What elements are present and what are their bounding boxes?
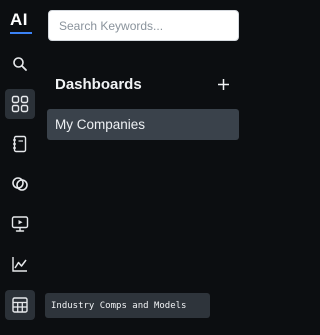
link-rings-icon [12,177,28,191]
rail-industry-comps-button[interactable] [5,290,35,320]
rail-dashboards-button[interactable] [5,89,35,119]
rail-charts-button[interactable] [5,249,35,279]
sidebar-rail: AI [0,0,40,335]
brand-logo-underline [10,32,32,34]
line-chart-icon [12,257,27,272]
add-dashboard-button[interactable] [214,75,232,93]
dashboard-list-item-label: My Companies [55,117,146,132]
panel-title: Dashboards [55,76,142,93]
dashboard-list-item[interactable]: My Companies [47,109,239,140]
monitor-play-icon [11,216,29,232]
rail-search-button[interactable] [5,49,35,79]
search-box[interactable] [48,10,239,41]
plus-icon [217,78,229,90]
search-input[interactable] [49,11,238,40]
dashboard-grid-icon [11,95,29,113]
rail-presentation-button[interactable] [5,209,35,239]
rail-tooltip-text: Industry Comps and Models [51,300,187,311]
brand-logo[interactable]: AI [10,11,32,35]
rail-tooltip: Industry Comps and Models [45,293,210,318]
notebook-icon [13,135,27,153]
rail-notebook-button[interactable] [5,129,35,159]
search-icon [13,57,27,71]
brand-logo-text: AI [10,10,28,29]
rail-links-button[interactable] [5,169,35,199]
table-calculator-icon [12,297,28,313]
